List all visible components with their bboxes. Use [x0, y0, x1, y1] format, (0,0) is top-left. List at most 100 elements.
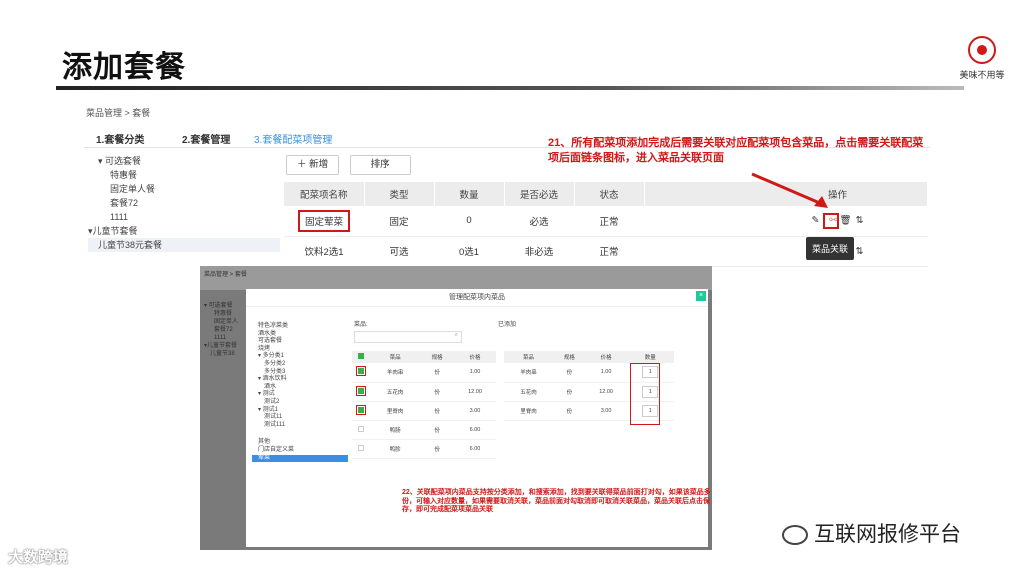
bg-tree: ▾ 可选套餐 特惠餐 固定单人 套餐72 1111 ▾儿童节套餐 儿童节38	[204, 302, 238, 358]
cell: 6.00	[453, 439, 496, 459]
tree-item[interactable]: ▾ 测试1	[252, 407, 348, 415]
tree-item[interactable]: 门店自定义菜	[252, 447, 348, 455]
link-icon[interactable]: ⚯	[823, 212, 840, 229]
table-row: 里脊肉 份 3.00	[352, 401, 496, 421]
edit-icon[interactable]: ✎	[812, 215, 824, 226]
bg-tree-item: 固定单人	[214, 319, 239, 325]
tooltip: 菜品关联	[806, 237, 855, 260]
tree-node-kids[interactable]: ▾儿童节套餐	[88, 224, 280, 238]
search-input[interactable]: ⌕	[354, 331, 462, 343]
tree-item[interactable]: 测试2	[252, 399, 348, 407]
tree-item-selected[interactable]: 荤菜	[252, 454, 348, 463]
bg-breadcrumb: 菜品管理 > 套餐	[204, 272, 247, 278]
cell: 必选	[504, 206, 574, 237]
dish-checkbox[interactable]	[356, 404, 366, 415]
tree-item[interactable]: 1111	[88, 210, 280, 224]
brand-logo-icon	[968, 36, 996, 64]
title-rule	[56, 86, 964, 90]
added-label: 已添加	[498, 322, 517, 328]
slide-title: 添加套餐	[62, 51, 186, 84]
tab-combo-manage[interactable]: 2.套餐管理	[182, 131, 230, 146]
tree-item[interactable]: 特惠餐	[88, 168, 280, 182]
category-tree: ▾ 可选套餐 特惠餐 固定单人餐 套餐72 1111 ▾儿童节套餐 儿童节38元…	[88, 154, 280, 252]
sort-button[interactable]: 排序	[349, 155, 411, 175]
dish-checkbox[interactable]	[358, 425, 364, 432]
tree-item[interactable]: 测试111	[252, 422, 348, 430]
cell: 1.00	[453, 363, 496, 383]
col-qty: 数量	[626, 351, 674, 363]
watermark-left: 大数跨境	[8, 549, 69, 566]
delete-icon[interactable]: 🗑	[839, 215, 855, 226]
bg-tree-item: 儿童节38	[210, 351, 235, 357]
tree-item[interactable]: ▾ 测试	[252, 391, 348, 399]
quantity-highlight	[630, 363, 660, 425]
cell: 12.00	[453, 382, 496, 402]
row-actions: ⇅	[644, 236, 928, 267]
col-required: 是否必选	[504, 182, 575, 206]
sort-arrows-icon[interactable]: ⇅	[856, 246, 868, 257]
close-icon[interactable]: ×	[696, 291, 706, 301]
cell: 份	[420, 401, 454, 421]
dishes-label: 菜品:	[354, 322, 368, 328]
bg-tree-item: ▾儿童节套餐	[204, 343, 238, 349]
tree-item[interactable]: 固定单人餐	[88, 182, 280, 196]
tree-item[interactable]: 测试11	[252, 414, 348, 422]
modal-title: 管理配菜项内菜品	[246, 289, 708, 307]
cell: 正常	[574, 236, 644, 267]
tree-item[interactable]: 其他	[252, 439, 348, 447]
available-dishes-table: 菜品 规格 价格 羊肉串 份 1.00 五花肉 份 12.00 里脊肉 份 3.…	[352, 351, 496, 459]
dish-checkbox[interactable]	[356, 385, 366, 396]
annotation-21: 21、所有配菜项添加完成后需要关联对应配菜项包含菜品，点击需要关联配菜项后面链条…	[548, 137, 924, 164]
table-row: 羊肉串 份 1.00	[352, 363, 496, 383]
table-row: 固定荤菜 固定 0 必选 正常 ✎ ⚯ 🗑⇅	[284, 206, 928, 237]
sort-arrows-icon[interactable]: ⇅	[856, 215, 868, 226]
cell: 五花肉	[370, 382, 421, 402]
col-type: 类型	[364, 182, 435, 206]
tree-item[interactable]: ▾ 多分类1	[252, 353, 348, 361]
search-icon[interactable]: ⌕	[455, 332, 458, 338]
cell: 饮料2选1	[284, 236, 364, 267]
tree-item[interactable]: 可选套餐	[252, 338, 348, 346]
watermark-right-text: 互联网报修平台	[814, 523, 961, 546]
col-spec: 规格	[420, 351, 454, 363]
cell: 正常	[574, 206, 644, 237]
dish-checkbox[interactable]	[356, 366, 366, 377]
select-all-checkbox[interactable]	[358, 353, 364, 359]
cell: 份	[420, 382, 454, 402]
table-row: 鸭胗 份 6.00	[352, 439, 496, 459]
watermark-right: 互联网报修平台	[782, 518, 961, 548]
cell: 12.00	[585, 382, 627, 402]
col-spec: 规格	[553, 351, 586, 363]
tree-item[interactable]: 套餐72	[88, 196, 280, 210]
cell: 3.00	[453, 401, 496, 421]
bg-tree-item: 特惠餐	[214, 311, 233, 317]
bg-tree-item: ▾ 可选套餐	[204, 303, 233, 309]
col-dish: 菜品	[370, 351, 421, 363]
bg-header	[200, 266, 712, 290]
cell: 0	[434, 206, 504, 237]
table-row: 鸭肠 份 6.00	[352, 420, 496, 440]
bg-tree-item: 1111	[214, 335, 227, 341]
cell: 份	[553, 382, 586, 402]
cell: 份	[553, 401, 586, 421]
dish-checkbox[interactable]	[358, 444, 364, 451]
bg-tree-item: 套餐72	[214, 327, 233, 333]
col-name: 配菜项名称	[284, 182, 365, 206]
annotation-arrow	[751, 172, 828, 208]
tree-node-optional[interactable]: ▾ 可选套餐	[88, 154, 280, 168]
tab-combo-category[interactable]: 1.套餐分类	[96, 131, 144, 146]
tree-item[interactable]: 特色凉菜类	[252, 323, 348, 331]
tree-item[interactable]: ▾ 酒水饮料	[252, 376, 348, 384]
brand: 美味不用等	[950, 36, 1014, 81]
col-status: 状态	[574, 182, 645, 206]
col-qty: 数量	[434, 182, 505, 206]
cell: 1.00	[585, 363, 627, 383]
tree-item-selected[interactable]: 儿童节38元套餐	[88, 238, 280, 252]
cell: 可选	[364, 236, 434, 267]
modal: 管理配菜项内菜品 × 特色凉菜类 酒水类 可选套餐 烧烤 ▾ 多分类1 多分类2…	[246, 289, 711, 547]
tab-side-dish-items[interactable]: 3.套餐配菜项管理	[254, 131, 332, 146]
add-button[interactable]: ＋ 新增	[286, 155, 340, 175]
row-actions: ✎ ⚯ 🗑⇅	[644, 206, 928, 237]
modal-category-tree: 特色凉菜类 酒水类 可选套餐 烧烤 ▾ 多分类1 多分类2 多分类3 ▾ 酒水饮…	[252, 323, 348, 483]
tree-item[interactable]: 多分类2	[252, 361, 348, 369]
